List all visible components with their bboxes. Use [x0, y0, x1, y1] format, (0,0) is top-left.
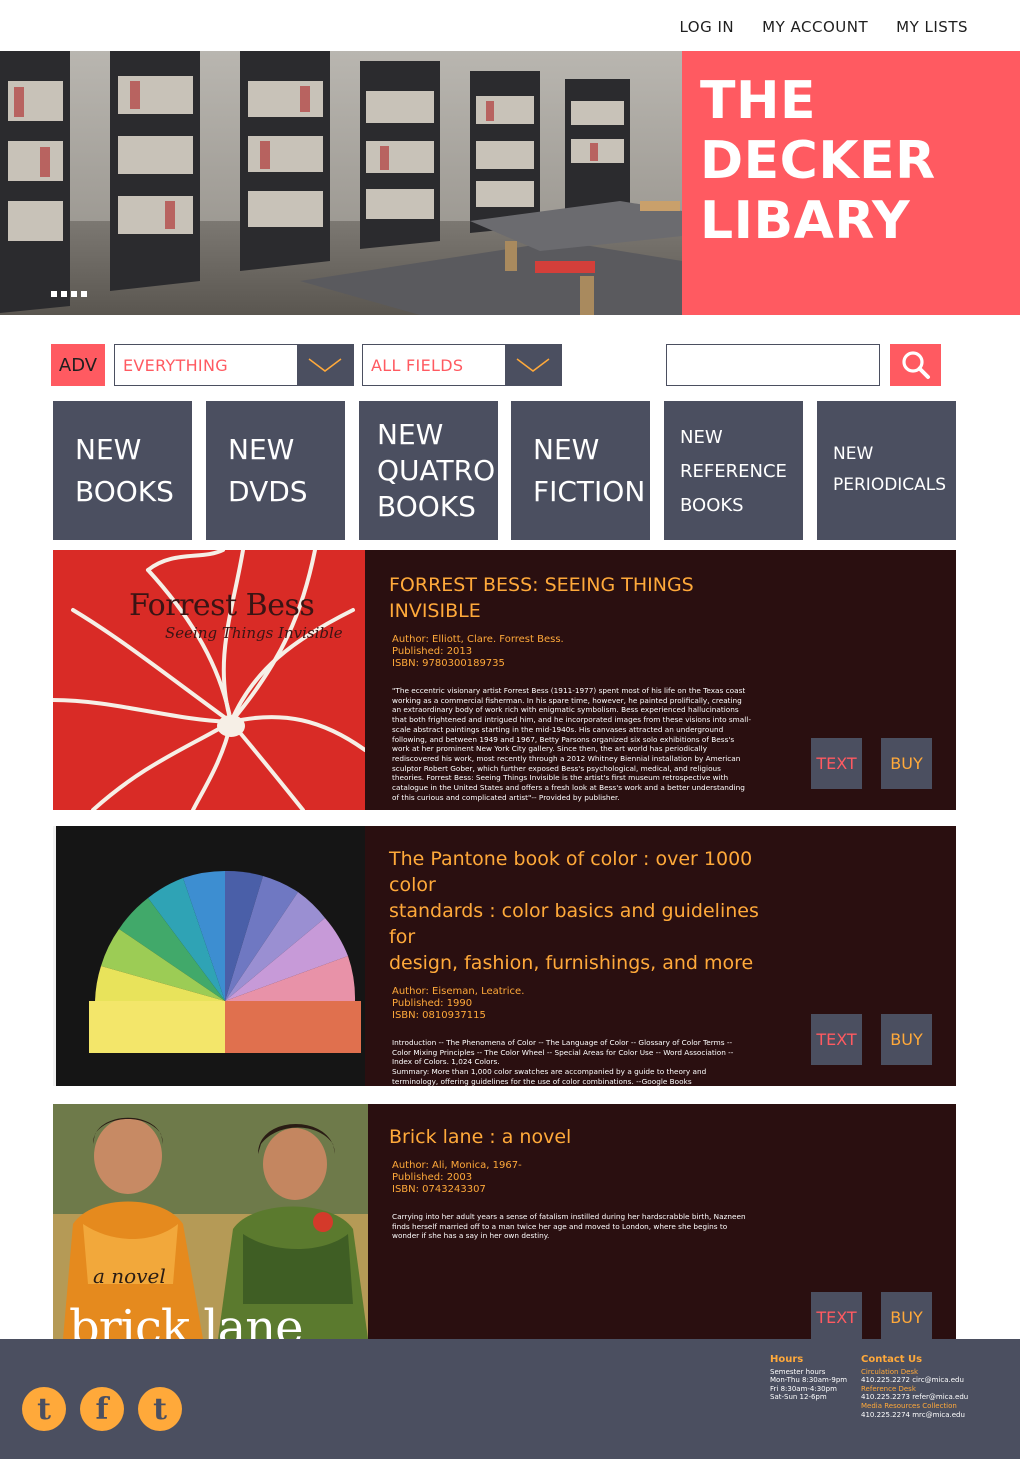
circulation-label: Circulation Desk	[861, 1367, 919, 1376]
tile-label: NEW DVDS	[228, 433, 308, 508]
tile-label: NEW REFERENCE BOOKS	[680, 427, 787, 516]
book-cover-title: brick lane	[69, 1300, 304, 1339]
book-published: Published: 2003	[392, 1172, 473, 1183]
search-scope-value: EVERYTHING	[123, 356, 228, 375]
book-card-pantone: The Pantone book of color : over 1000 co…	[53, 826, 956, 1086]
carousel-dot[interactable]	[51, 291, 57, 297]
my-account-link[interactable]: MY ACCOUNT	[762, 18, 868, 36]
text-button[interactable]: TEXT	[811, 738, 862, 789]
tile-new-books[interactable]: NEW BOOKS	[53, 401, 192, 540]
search-button[interactable]	[890, 344, 941, 386]
advanced-search-button[interactable]: ADV	[51, 344, 105, 386]
search-field-value: ALL FIELDS	[371, 356, 464, 375]
buy-button[interactable]: BUY	[881, 738, 932, 789]
book-description: Introduction -- The Phenomena of Color -…	[392, 1038, 734, 1086]
book-cover-brick-lane[interactable]: a novel brick lane	[53, 1104, 368, 1339]
book-title-link[interactable]: The Pantone book of color : over 1000 co…	[389, 846, 789, 976]
buy-button[interactable]: BUY	[881, 1292, 932, 1339]
tile-new-quatro-books[interactable]: NEW QUATRO BOOKS	[359, 401, 498, 540]
text-button[interactable]: TEXT	[811, 1292, 862, 1339]
footer-contact: Contact Us Circulation Desk 410.225.2272…	[861, 1354, 968, 1420]
book-info: Brick lane : a novel Author: Ali, Monica…	[389, 1124, 789, 1241]
book-title-link[interactable]: FORREST BESS: SEEING THINGS INVISIBLE	[389, 572, 789, 624]
hours-heading: Hours	[770, 1354, 804, 1365]
hero-photo-library-shelves	[0, 51, 682, 315]
book-cover-pantone[interactable]	[53, 826, 365, 1086]
search-input[interactable]	[666, 344, 880, 386]
book-card-brick-lane: a novel brick lane Brick lane : a novel …	[53, 1104, 956, 1339]
carousel-dot[interactable]	[61, 291, 67, 297]
book-author: Author: Ali, Monica, 1967-	[392, 1160, 522, 1171]
book-info: The Pantone book of color : over 1000 co…	[389, 846, 789, 1086]
hours-line: Semester hours	[770, 1367, 826, 1376]
media-label: Media Resources Collection	[861, 1401, 957, 1410]
tile-label: NEW QUATRO BOOKS	[377, 418, 496, 523]
hours-line: Fri 8:30am-4:30pm	[770, 1384, 837, 1393]
tile-label: NEW BOOKS	[75, 433, 174, 508]
reference-label: Reference Desk	[861, 1384, 916, 1393]
book-meta: Author: Elliott, Clare. Forrest Bess. Pu…	[392, 634, 789, 670]
book-cover-kicker: a novel	[93, 1264, 166, 1288]
search-bar: ADV EVERYTHING ALL FIELDS	[51, 344, 941, 386]
search-field-select[interactable]: ALL FIELDS	[362, 344, 562, 386]
carousel-dot[interactable]	[71, 291, 77, 297]
book-published: Published: 1990	[392, 998, 473, 1009]
login-link[interactable]: LOG IN	[679, 18, 734, 36]
social-links: t f t	[22, 1387, 182, 1431]
tile-new-fiction[interactable]: NEW FICTION	[511, 401, 650, 540]
footer: t f t Hours Semester hours Mon-Thu 8:30a…	[0, 1339, 1020, 1459]
library-home: LOG IN MY ACCOUNT MY LISTS THE DECKER LI…	[0, 0, 1020, 1459]
book-cover-title: Forrest Bess	[129, 588, 315, 623]
chevron-down-icon[interactable]	[505, 345, 561, 385]
book-published: Published: 2013	[392, 646, 473, 657]
chevron-down-icon[interactable]	[297, 345, 353, 385]
book-cover-subtitle: Seeing Things Invisible	[165, 624, 343, 642]
facebook-icon[interactable]: f	[80, 1387, 124, 1431]
tile-new-dvds[interactable]: NEW DVDS	[206, 401, 345, 540]
book-description: "The eccentric visionary artist Forrest …	[392, 686, 751, 802]
book-meta: Author: Eiseman, Leatrice. Published: 19…	[392, 986, 789, 1022]
search-icon	[901, 351, 930, 379]
hero-carousel-dots	[51, 291, 87, 297]
tile-label: NEW PERIODICALS	[833, 444, 947, 495]
book-description: Carrying into her adult years a sense of…	[392, 1212, 746, 1241]
contact-heading: Contact Us	[861, 1354, 923, 1365]
book-card-forrest-bess: Forrest Bess Seeing Things Invisible FOR…	[53, 550, 956, 810]
buy-button[interactable]: BUY	[881, 1014, 932, 1065]
hero: THE DECKER LIBARY	[0, 51, 1020, 315]
carousel-dot[interactable]	[81, 291, 87, 297]
book-isbn: ISBN: 9780300189735	[392, 658, 505, 669]
twitter-icon[interactable]: t	[138, 1387, 182, 1431]
book-author: Author: Elliott, Clare. Forrest Bess.	[392, 634, 564, 645]
book-meta: Author: Ali, Monica, 1967- Published: 20…	[392, 1160, 789, 1196]
book-isbn: ISBN: 0743243307	[392, 1184, 486, 1195]
media-contact[interactable]: 410.225.2274 mrc@mica.edu	[861, 1411, 968, 1420]
reference-contact[interactable]: 410.225.2273 refer@mica.edu	[861, 1393, 968, 1402]
book-isbn: ISBN: 0810937115	[392, 1010, 486, 1021]
hours-line: Sat-Sun 12-6pm	[770, 1393, 827, 1402]
text-button[interactable]: TEXT	[811, 1014, 862, 1065]
top-nav: LOG IN MY ACCOUNT MY LISTS	[679, 18, 968, 36]
tile-new-reference-books[interactable]: NEW REFERENCE BOOKS	[664, 401, 803, 540]
book-title-link[interactable]: Brick lane : a novel	[389, 1124, 789, 1150]
library-title: THE DECKER LIBARY	[700, 71, 936, 251]
book-info: FORREST BESS: SEEING THINGS INVISIBLE Au…	[389, 572, 789, 802]
search-scope-select[interactable]: EVERYTHING	[114, 344, 354, 386]
footer-hours: Hours Semester hours Mon-Thu 8:30am-9pm …	[770, 1354, 848, 1402]
book-cover-forrest-bess[interactable]: Forrest Bess Seeing Things Invisible	[53, 550, 367, 810]
book-author: Author: Eiseman, Leatrice.	[392, 986, 525, 997]
my-lists-link[interactable]: MY LISTS	[896, 18, 968, 36]
hero-title-panel: THE DECKER LIBARY	[682, 51, 1020, 315]
hours-line: Mon-Thu 8:30am-9pm	[770, 1376, 848, 1385]
tumblr-icon[interactable]: t	[22, 1387, 66, 1431]
tile-new-periodicals[interactable]: NEW PERIODICALS	[817, 401, 956, 540]
tile-label: NEW FICTION	[533, 433, 646, 508]
circulation-contact[interactable]: 410.225.2272 circ@mica.edu	[861, 1376, 968, 1385]
